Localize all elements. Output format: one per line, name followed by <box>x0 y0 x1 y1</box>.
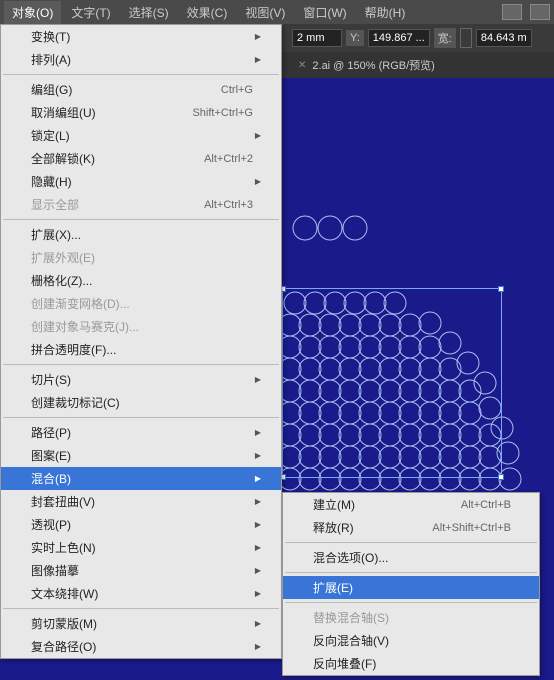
menu-object[interactable]: 对象(O) <box>4 1 61 24</box>
submenu-make[interactable]: 建立(M)Alt+Ctrl+B <box>283 493 539 516</box>
menu-flatten[interactable]: 拼合透明度(F)... <box>1 338 281 361</box>
menu-separator <box>285 542 537 543</box>
menu-text[interactable]: 文字(T) <box>63 1 118 24</box>
menu-separator <box>285 572 537 573</box>
handle-bottom-right[interactable] <box>498 474 504 480</box>
menu-transform[interactable]: 变换(T) <box>1 25 281 48</box>
close-icon[interactable]: ✕ <box>298 60 306 71</box>
submenu-release[interactable]: 释放(R)Alt+Shift+Ctrl+B <box>283 516 539 539</box>
menu-compound-path[interactable]: 复合路径(O) <box>1 635 281 658</box>
menu-separator <box>3 608 279 609</box>
submenu-options[interactable]: 混合选项(O)... <box>283 546 539 569</box>
menu-gradient-mesh: 创建渐变网格(D)... <box>1 292 281 315</box>
menu-help[interactable]: 帮助(H) <box>357 1 414 24</box>
submenu-reverse-front[interactable]: 反向堆叠(F) <box>283 652 539 675</box>
menu-unlock-all[interactable]: 全部解锁(K)Alt+Ctrl+2 <box>1 147 281 170</box>
handle-top-right[interactable] <box>498 286 504 292</box>
menu-pattern[interactable]: 图案(E) <box>1 444 281 467</box>
menu-ungroup[interactable]: 取消编组(U)Shift+Ctrl+G <box>1 101 281 124</box>
selection-bounds[interactable] <box>282 288 502 478</box>
menu-clipping-mask[interactable]: 剪切蒙版(M) <box>1 612 281 635</box>
chain-icon[interactable] <box>460 28 472 48</box>
menu-hide[interactable]: 隐藏(H) <box>1 170 281 193</box>
arrange-docs-icon[interactable] <box>530 4 550 20</box>
menu-blend[interactable]: 混合(B) <box>1 467 281 490</box>
menu-image-trace[interactable]: 图像描摹 <box>1 559 281 582</box>
menu-mosaic: 创建对象马赛克(J)... <box>1 315 281 338</box>
submenu-replace-spine: 替换混合轴(S) <box>283 606 539 629</box>
menu-view[interactable]: 视图(V) <box>237 1 293 24</box>
tab-document[interactable]: ✕ 2.ai @ 150% (RGB/预览) <box>290 53 443 77</box>
menubar-tools <box>502 4 550 20</box>
bridge-icon[interactable] <box>502 4 522 20</box>
width-label: 宽: <box>434 28 456 48</box>
menu-effect[interactable]: 效果(C) <box>179 1 236 24</box>
menu-envelope[interactable]: 封套扭曲(V) <box>1 490 281 513</box>
menu-arrange[interactable]: 排列(A) <box>1 48 281 71</box>
menu-rasterize[interactable]: 栅格化(Z)... <box>1 269 281 292</box>
menu-separator <box>3 219 279 220</box>
menu-separator <box>3 364 279 365</box>
x-value[interactable]: 2 mm <box>292 29 342 47</box>
menu-select[interactable]: 选择(S) <box>121 1 177 24</box>
submenu-expand[interactable]: 扩展(E) <box>283 576 539 599</box>
menu-separator <box>3 417 279 418</box>
menu-separator <box>3 74 279 75</box>
menubar: 对象(O) 文字(T) 选择(S) 效果(C) 视图(V) 窗口(W) 帮助(H… <box>0 0 554 24</box>
submenu-reverse-spine[interactable]: 反向混合轴(V) <box>283 629 539 652</box>
menu-show-all: 显示全部Alt+Ctrl+3 <box>1 193 281 216</box>
y-value[interactable]: 149.867 ... <box>368 29 430 47</box>
menu-lock[interactable]: 锁定(L) <box>1 124 281 147</box>
menu-path[interactable]: 路径(P) <box>1 421 281 444</box>
menu-expand-appearance: 扩展外观(E) <box>1 246 281 269</box>
menu-separator <box>285 602 537 603</box>
menu-group[interactable]: 编组(G)Ctrl+G <box>1 78 281 101</box>
menu-slice[interactable]: 切片(S) <box>1 368 281 391</box>
object-menu: 变换(T) 排列(A) 编组(G)Ctrl+G 取消编组(U)Shift+Ctr… <box>0 24 282 659</box>
y-label: Y: <box>346 30 364 46</box>
blend-submenu: 建立(M)Alt+Ctrl+B 释放(R)Alt+Shift+Ctrl+B 混合… <box>282 492 540 676</box>
menu-crop-marks[interactable]: 创建裁切标记(C) <box>1 391 281 414</box>
menu-window[interactable]: 窗口(W) <box>295 1 354 24</box>
menu-expand[interactable]: 扩展(X)... <box>1 223 281 246</box>
width-value[interactable]: 84.643 m <box>476 29 532 47</box>
menu-text-wrap[interactable]: 文本绕排(W) <box>1 582 281 605</box>
menu-live-paint[interactable]: 实时上色(N) <box>1 536 281 559</box>
menu-perspective[interactable]: 透视(P) <box>1 513 281 536</box>
tab-title: 2.ai @ 150% (RGB/预览) <box>312 57 434 73</box>
